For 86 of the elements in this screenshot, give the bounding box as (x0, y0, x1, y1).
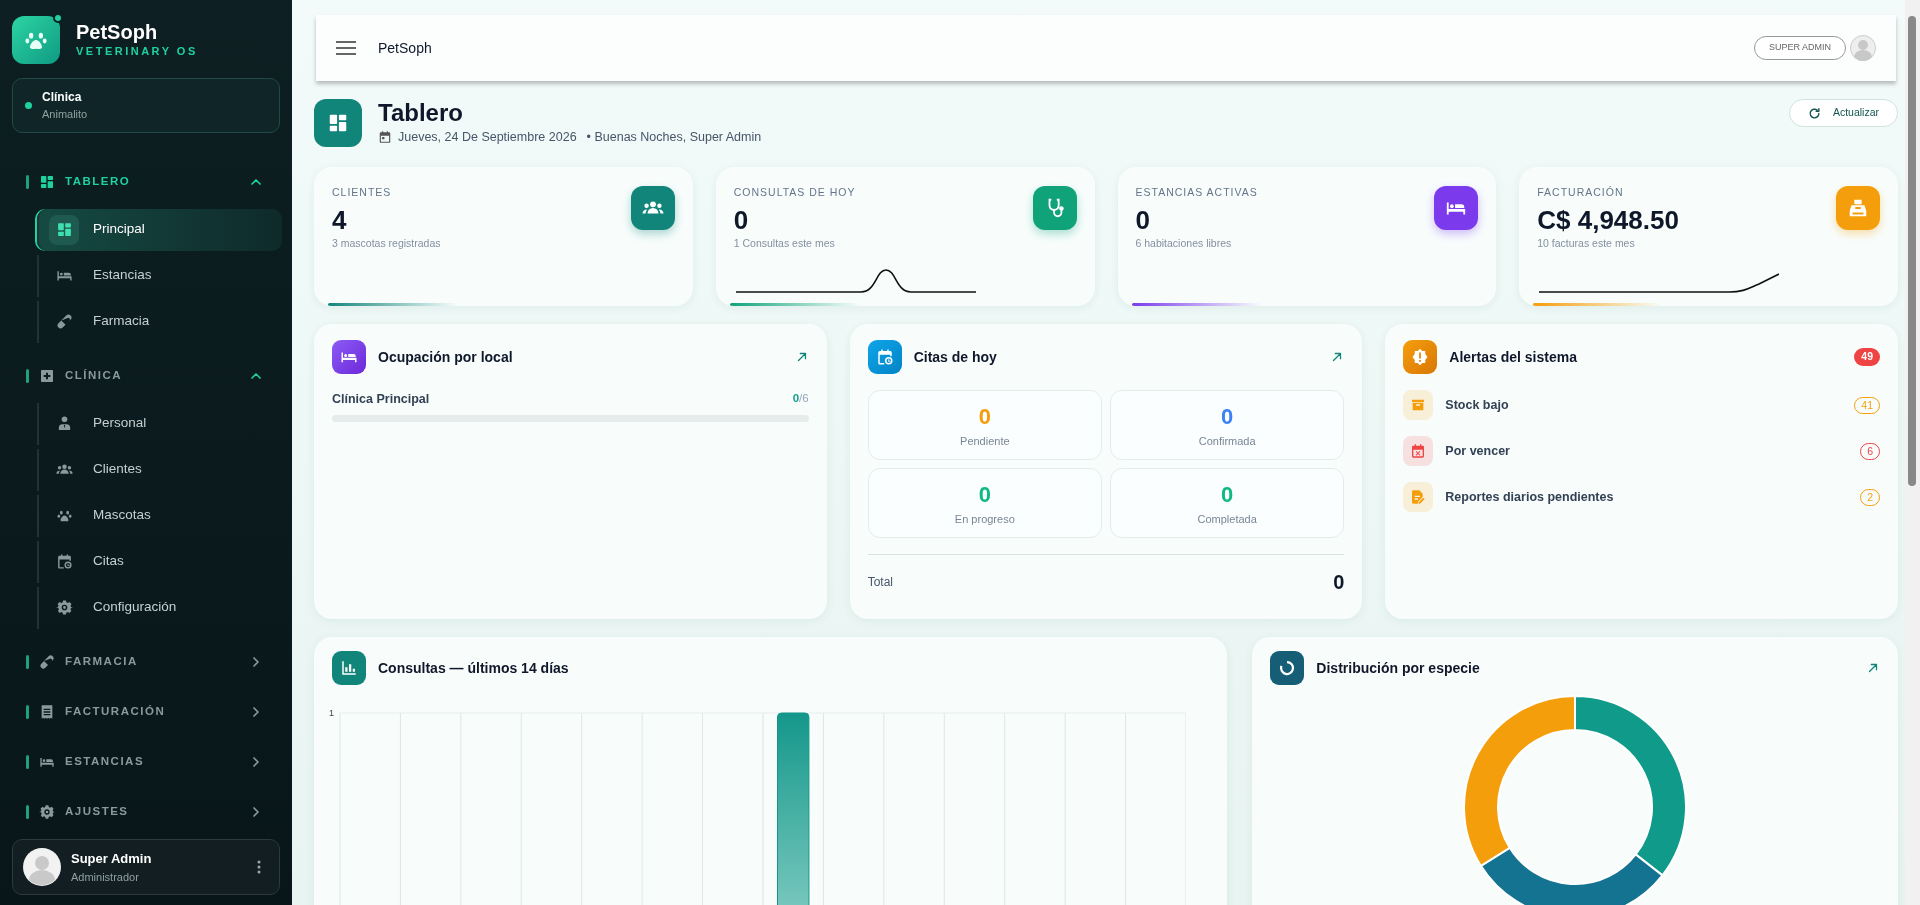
status-label: Confirmada (1198, 434, 1256, 450)
clinic-selector[interactable]: Clínica Animalito (12, 78, 280, 133)
page-date: Jueves, 24 De Septiembre 2026 (398, 129, 577, 146)
status-dot (25, 101, 32, 109)
stat-label: FACTURACIÓN (1537, 185, 1625, 200)
status-label: Completada (1197, 512, 1257, 528)
open-link[interactable] (1866, 661, 1880, 675)
role-badge: SUPER ADMIN (1754, 36, 1846, 60)
receipt-icon (39, 703, 55, 720)
stat-note: 1 Consultas este mes (733, 235, 836, 251)
bar-chart-icon (332, 651, 366, 685)
status-count: 0 (978, 403, 991, 432)
nav-item[interactable]: Mascotas (37, 494, 282, 537)
user-name: Super Admin (71, 850, 152, 868)
card-title: Ocupación por local (378, 347, 513, 367)
donut-icon (1270, 651, 1305, 685)
bed-icon (332, 340, 366, 374)
pill-icon (55, 313, 73, 330)
nav-group[interactable]: FACTURACIÓN (12, 694, 280, 729)
gear-icon (55, 599, 73, 616)
dashboard-icon (55, 221, 73, 238)
nav-item[interactable]: Citas (37, 540, 282, 583)
alert-label: Reportes diarios pendientes (1445, 488, 1614, 506)
axis-tick-label: 1 (329, 708, 334, 718)
refresh-icon (1807, 106, 1821, 120)
stat-value: C$ 4,948.50 (1537, 204, 1680, 236)
stat-value: 0 (1135, 204, 1151, 236)
card-title: Distribución por especie (1316, 658, 1480, 678)
status-label: En progreso (954, 512, 1015, 528)
location-name: Clínica Principal (332, 391, 430, 408)
nav-item[interactable]: Farmacia (37, 300, 282, 343)
brand-tagline: VETERINARY OS (76, 43, 198, 59)
status-count: 0 (1221, 403, 1234, 432)
stat-note: 3 mascotas registradas (332, 235, 442, 251)
nav-group[interactable]: CLÍNICA (12, 358, 280, 393)
status-label: Pendiente (960, 434, 1010, 450)
nav-item[interactable]: Estancias (37, 254, 282, 297)
gear-icon (39, 803, 55, 820)
stat-note: 10 facturas este mes (1537, 235, 1636, 251)
clinic-label: Clínica (42, 89, 83, 106)
calendar-clock-icon (55, 553, 73, 570)
stat-value: 4 (332, 204, 348, 236)
refresh-button[interactable]: Actualizar (1788, 99, 1898, 127)
nav-group[interactable]: AJUSTES (12, 794, 280, 829)
alert-label: Por vencer (1445, 442, 1510, 460)
stat-label: CONSULTAS DE HOY (733, 185, 857, 200)
brand-name: PetSoph (76, 20, 159, 43)
page-title: Tablero (378, 99, 464, 128)
nav-group[interactable]: TABLERO (12, 164, 280, 199)
menu-icon[interactable] (336, 41, 356, 55)
nav-item[interactable]: Configuración (37, 586, 282, 629)
user-card[interactable]: Super Admin Administrador (12, 839, 280, 895)
greeting: • Buenas Noches, Super Admin (586, 129, 762, 146)
total-value: 0 (1333, 570, 1345, 595)
scrollbar[interactable] (1905, 0, 1920, 905)
nav-group[interactable]: FARMACIA (12, 644, 280, 679)
alert-label: Stock bajo (1445, 396, 1509, 414)
app-title: PetSoph (378, 38, 432, 58)
status-count: 0 (978, 481, 991, 510)
avatar (23, 848, 61, 886)
nav-item[interactable]: Principal (37, 208, 282, 251)
dashboard-icon (39, 173, 55, 190)
nav-item[interactable]: Personal (37, 402, 282, 445)
stat-note: 6 habitaciones libres (1135, 235, 1233, 251)
nav-group[interactable]: ESTANCIAS (12, 744, 280, 779)
stat-label: CLIENTES (332, 185, 393, 200)
nav-item[interactable]: Clientes (37, 448, 282, 491)
clinic-name: Animalito (42, 107, 88, 122)
status-count: 0 (1221, 481, 1234, 510)
user-role: Administrador (71, 869, 140, 885)
stat-label: ESTANCIAS ACTIVAS (1135, 185, 1259, 200)
card-title: Consultas — últimos 14 días (378, 658, 569, 678)
medical-cross-icon (39, 367, 55, 384)
stat-value: 0 (733, 204, 750, 236)
total-label: Total (867, 574, 893, 591)
alert-count: 49 (1854, 348, 1880, 366)
scrollbar-thumb[interactable] (1908, 16, 1916, 486)
dashboard-icon (314, 99, 362, 147)
card-title: Alertas del sistema (1449, 347, 1577, 367)
card-title: Citas de hoy (913, 347, 997, 367)
more-icon[interactable] (257, 860, 261, 874)
alert-icon (1403, 340, 1438, 374)
occupancy-count: 0/6 (792, 391, 809, 406)
pill-icon (39, 653, 55, 670)
calendar-icon (378, 130, 392, 145)
calendar-clock-icon (867, 340, 902, 374)
